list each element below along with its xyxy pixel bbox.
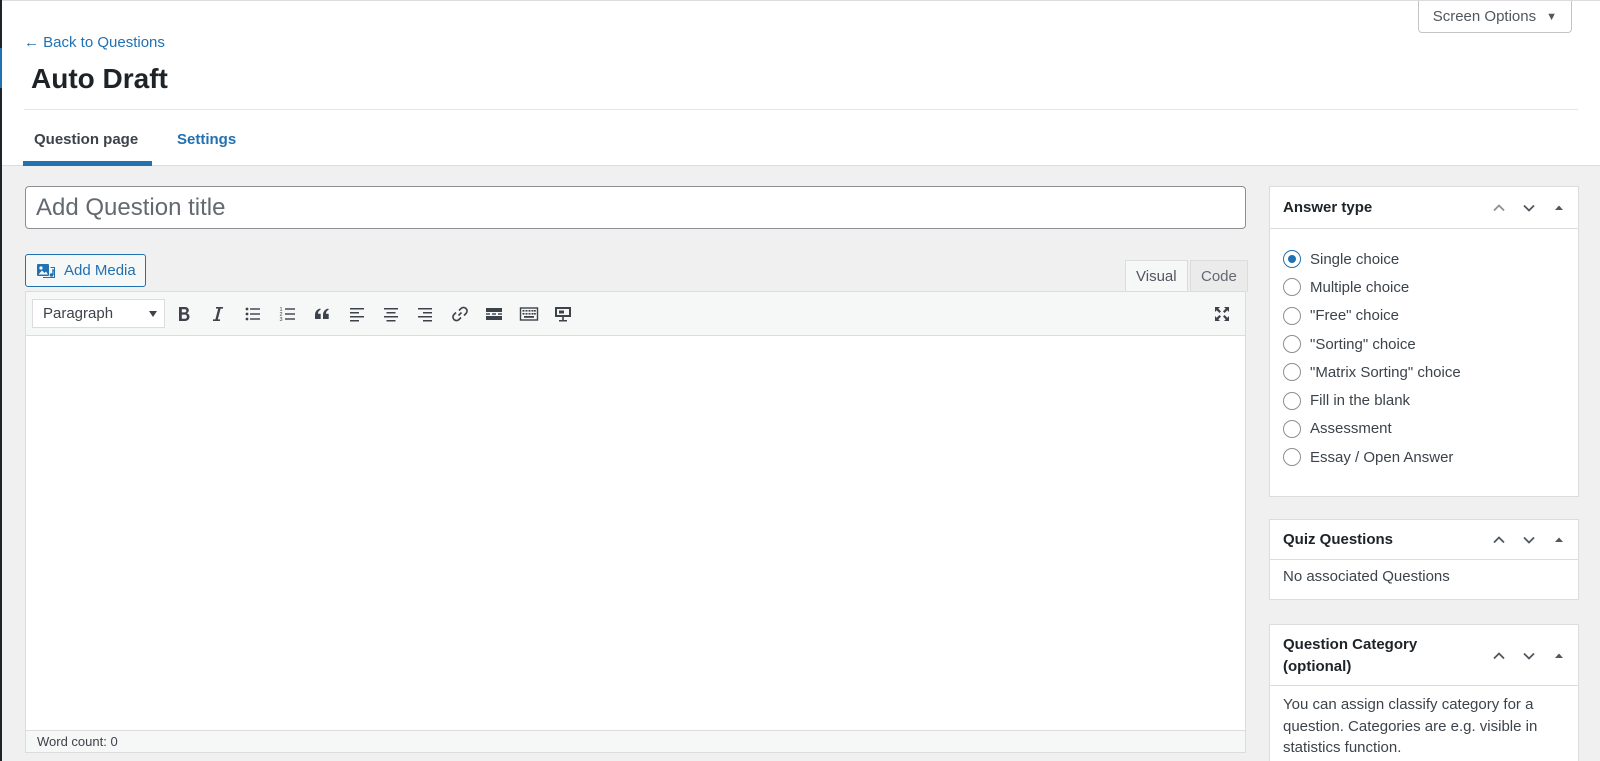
question-category-box: Question Category (optional) You can ass… [1269,624,1579,761]
quiz-questions-header: Quiz Questions [1270,520,1578,560]
format-select-value: Paragraph [43,305,114,322]
tab-settings[interactable]: Settings [177,131,236,148]
answer-type-header: Answer type [1270,187,1578,229]
align-right-icon[interactable] [412,301,438,327]
option-label: Single choice [1310,250,1400,268]
move-down-icon[interactable] [1518,197,1540,219]
answer-type-option[interactable]: "Free" choice [1283,302,1565,330]
screen-options-label: Screen Options [1432,8,1537,25]
toolbar-toggle-icon[interactable] [516,301,542,327]
question-category-description: You can assign classify category for a q… [1283,696,1538,756]
editor-content-area[interactable] [26,336,1245,732]
option-label: "Free" choice [1310,307,1400,325]
move-up-icon[interactable] [1488,529,1510,551]
answer-type-option[interactable]: Fill in the blank [1283,386,1565,414]
link-icon[interactable] [447,301,473,327]
move-up-icon[interactable] [1488,645,1510,667]
tab-code[interactable]: Code [1190,260,1248,292]
svg-text:3: 3 [280,317,283,323]
active-tab-indicator [23,161,152,166]
answer-type-option[interactable]: Single choice [1283,245,1565,273]
add-media-button[interactable]: Add Media [25,254,146,287]
add-media-icon [37,263,55,278]
collapse-icon[interactable] [1548,645,1570,667]
answer-type-box: Answer type Single choice Multiple choic… [1269,186,1579,497]
add-media-label: Add Media [64,262,136,279]
blockquote-icon[interactable] [309,301,335,327]
back-to-questions-link[interactable]: ← Back to Questions [24,34,165,51]
numbered-list-icon[interactable]: 123 [275,301,301,327]
radio-button[interactable] [1283,250,1301,269]
option-label: Assessment [1310,420,1392,438]
move-down-icon[interactable] [1518,645,1540,667]
move-down-icon[interactable] [1518,529,1540,551]
bold-icon[interactable] [171,301,197,327]
page-title: Auto Draft [31,63,168,94]
question-title-input[interactable] [25,186,1246,229]
collapse-icon[interactable] [1548,529,1570,551]
page-header: Screen Options ▼ ← Back to Questions Aut… [2,0,1600,166]
answer-type-options: Single choice Multiple choice "Free" cho… [1270,229,1578,471]
presentation-icon[interactable] [550,301,576,327]
radio-button[interactable] [1283,363,1301,382]
screen-options-button[interactable]: Screen Options ▼ [1417,1,1572,33]
dropdown-arrow-icon [149,311,157,317]
align-center-icon[interactable] [378,301,404,327]
bulleted-list-icon[interactable] [240,301,266,327]
answer-type-option[interactable]: Essay / Open Answer [1283,443,1565,471]
word-count: Word count: 0 [26,730,1245,752]
answer-type-option[interactable]: Multiple choice [1283,273,1565,301]
radio-button[interactable] [1283,335,1301,354]
answer-type-option[interactable]: "Sorting" choice [1283,330,1565,358]
tab-question-page[interactable]: Question page [34,131,138,148]
radio-button[interactable] [1283,306,1301,325]
format-select[interactable]: Paragraph [32,299,165,328]
option-label: Essay / Open Answer [1310,448,1454,466]
move-up-icon[interactable] [1488,197,1510,219]
option-label: Fill in the blank [1310,392,1411,410]
read-more-icon[interactable] [481,301,507,327]
radio-button[interactable] [1283,419,1301,438]
caret-down-icon: ▼ [1546,10,1557,23]
italic-icon[interactable] [205,301,231,327]
option-label: "Matrix Sorting" choice [1310,363,1461,381]
option-label: Multiple choice [1310,278,1410,296]
fullscreen-icon[interactable] [1209,301,1235,327]
divider [24,109,1578,110]
collapse-icon[interactable] [1548,197,1570,219]
answer-type-option[interactable]: "Matrix Sorting" choice [1283,358,1565,386]
option-label: "Sorting" choice [1310,335,1416,353]
quiz-questions-box: Quiz Questions No associated Questions [1269,519,1579,600]
align-left-icon[interactable] [344,301,370,327]
tab-visual[interactable]: Visual [1125,260,1188,292]
quiz-questions-text: No associated Questions [1283,568,1450,585]
question-category-header: Question Category (optional) [1270,625,1578,686]
editor-toolbar: Paragraph 123 [26,292,1245,336]
radio-button[interactable] [1283,278,1301,297]
answer-type-option[interactable]: Assessment [1283,415,1565,443]
content-editor: Paragraph 123 Word count: 0 [25,291,1246,753]
radio-button[interactable] [1283,391,1301,410]
radio-button[interactable] [1283,448,1301,467]
